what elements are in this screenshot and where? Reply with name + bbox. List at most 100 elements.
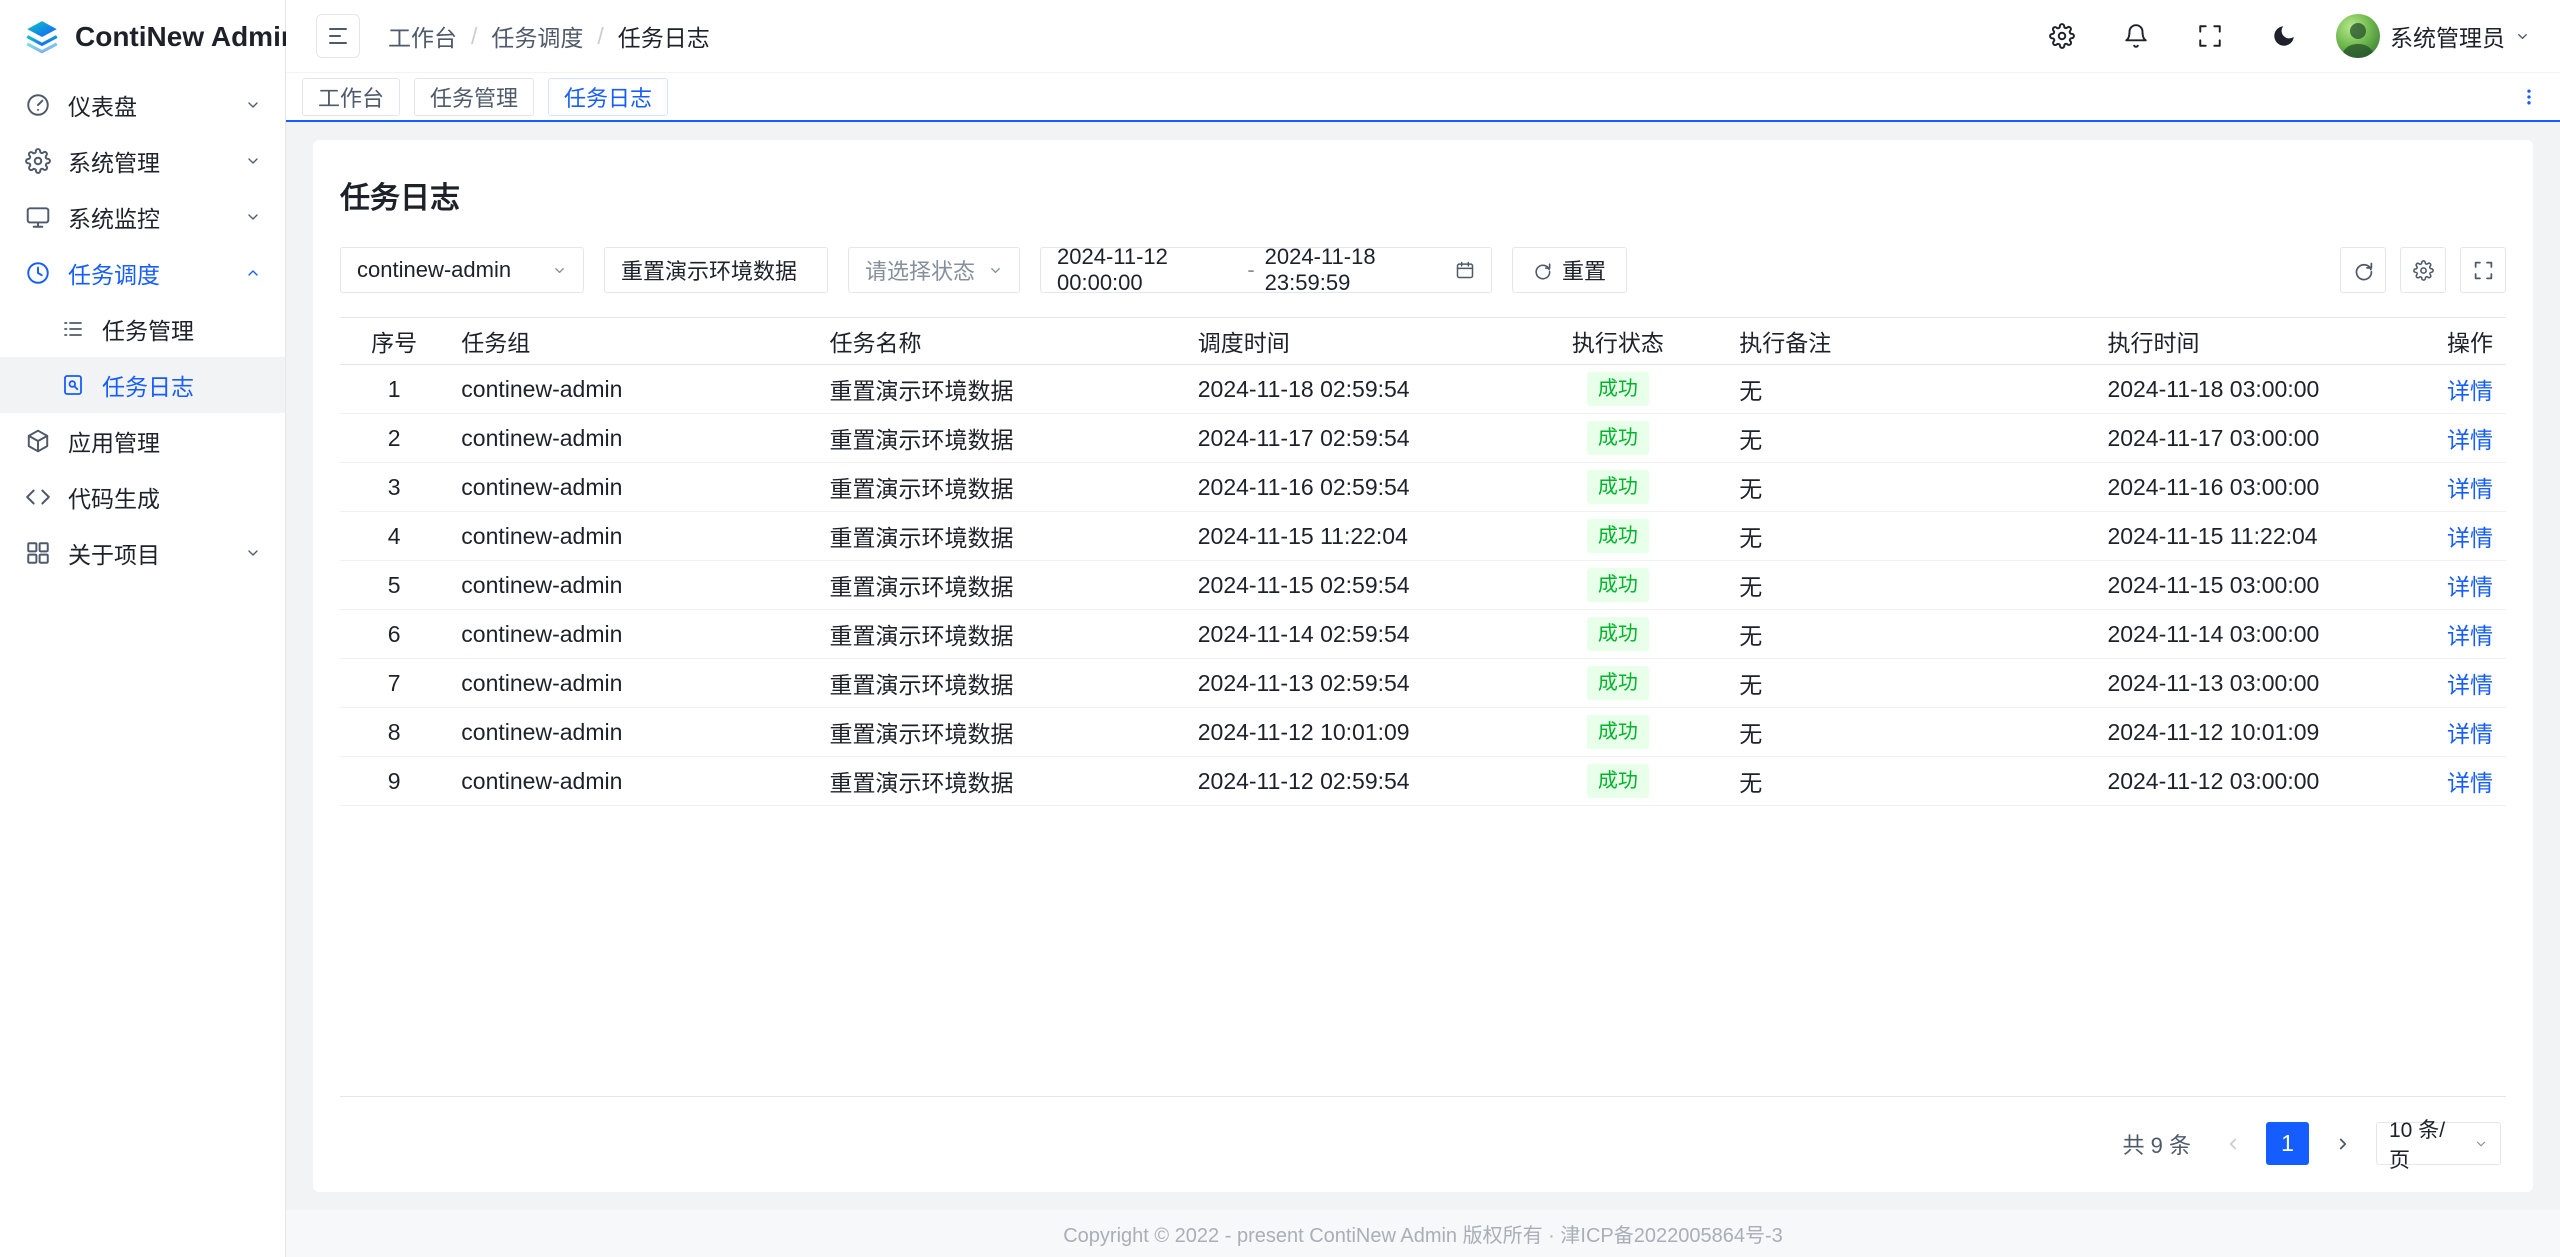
status-badge: 成功 bbox=[1587, 519, 1649, 553]
notification-bell-icon[interactable] bbox=[2114, 14, 2158, 58]
calendar-icon bbox=[1455, 260, 1475, 280]
task-log-card: 任务日志 continew-admin 重置演示环境数据 请选择状态 bbox=[313, 140, 2533, 1192]
sidebar-item-code-generation[interactable]: 代码生成 bbox=[0, 469, 285, 525]
row-index: 1 bbox=[388, 376, 401, 402]
top-header: 工作台 / 任务调度 / 任务日志 系统管理员 bbox=[286, 0, 2560, 73]
settings-icon[interactable] bbox=[2040, 14, 2084, 58]
status-badge: 成功 bbox=[1587, 470, 1649, 504]
job-name-input[interactable]: 重置演示环境数据 bbox=[604, 247, 828, 293]
schedule-time-cell: 2024-11-16 02:59:54 bbox=[1198, 474, 1410, 500]
breadcrumb-item[interactable]: 任务调度 bbox=[491, 19, 583, 53]
sidebar-collapse-button[interactable] bbox=[316, 14, 360, 58]
expand-icon-button[interactable] bbox=[2460, 247, 2506, 293]
fullscreen-icon[interactable] bbox=[2188, 14, 2232, 58]
user-menu[interactable]: 系统管理员 bbox=[2336, 14, 2530, 58]
sidebar-item-dashboard[interactable]: 仪表盘 bbox=[0, 77, 285, 133]
column-header: 执行备注 bbox=[1726, 318, 2094, 365]
table-row: 7 continew-admin 重置演示环境数据 2024-11-13 02:… bbox=[340, 659, 2506, 708]
detail-link[interactable]: 详情 bbox=[2447, 525, 2493, 551]
pagination: 共 9 条 1 10 条/页 bbox=[340, 1096, 2506, 1192]
schedule-time-cell: 2024-11-15 11:22:04 bbox=[1198, 523, 1408, 549]
job-group-cell: continew-admin bbox=[461, 768, 622, 794]
column-header: 序号 bbox=[340, 318, 448, 365]
sidebar-item-label: 任务日志 bbox=[102, 368, 194, 402]
sidebar-item-task-log[interactable]: 任务日志 bbox=[0, 357, 285, 413]
job-group-cell: continew-admin bbox=[461, 474, 622, 500]
pagination-page-1[interactable]: 1 bbox=[2266, 1122, 2309, 1165]
table-row: 8 continew-admin 重置演示环境数据 2024-11-12 10:… bbox=[340, 708, 2506, 757]
sidebar-item-system-management[interactable]: 系统管理 bbox=[0, 133, 285, 189]
tab-workbench[interactable]: 工作台 bbox=[302, 78, 400, 116]
chevron-down-icon bbox=[245, 209, 261, 225]
detail-link[interactable]: 详情 bbox=[2447, 623, 2493, 649]
table-header-row: 序号 任务组 任务名称 调度时间 执行状态 执行备注 执行时间 操作 bbox=[340, 318, 2506, 365]
table-toolbar bbox=[2340, 247, 2506, 293]
avatar bbox=[2336, 14, 2380, 58]
app-logo[interactable]: ContiNew Admin bbox=[0, 0, 285, 73]
job-name-cell: 重置演示环境数据 bbox=[830, 378, 1014, 404]
sidebar-item-app-management[interactable]: 应用管理 bbox=[0, 413, 285, 469]
row-index: 4 bbox=[388, 523, 401, 549]
page-size-select[interactable]: 10 条/页 bbox=[2376, 1122, 2501, 1165]
chevron-down-icon bbox=[245, 97, 261, 113]
job-group-select[interactable]: continew-admin bbox=[340, 247, 584, 293]
exec-time-cell: 2024-11-17 03:00:00 bbox=[2107, 425, 2319, 451]
breadcrumb-item[interactable]: 工作台 bbox=[388, 19, 457, 53]
sidebar-item-task-management[interactable]: 任务管理 bbox=[0, 301, 285, 357]
breadcrumb-separator: / bbox=[471, 23, 477, 50]
detail-link[interactable]: 详情 bbox=[2447, 574, 2493, 600]
pagination-next-button[interactable] bbox=[2321, 1122, 2364, 1165]
remark-cell: 无 bbox=[1739, 574, 1762, 600]
user-name: 系统管理员 bbox=[2390, 19, 2505, 53]
detail-link[interactable]: 详情 bbox=[2447, 721, 2493, 747]
status-badge: 成功 bbox=[1587, 617, 1649, 651]
chevron-down-icon bbox=[552, 263, 567, 278]
job-name-input-value: 重置演示环境数据 bbox=[621, 254, 797, 286]
sidebar-item-system-monitor[interactable]: 系统监控 bbox=[0, 189, 285, 245]
exec-time-cell: 2024-11-14 03:00:00 bbox=[2107, 621, 2319, 647]
detail-link[interactable]: 详情 bbox=[2447, 476, 2493, 502]
sidebar-item-label: 任务调度 bbox=[68, 256, 228, 290]
sidebar-item-task-scheduler[interactable]: 任务调度 bbox=[0, 245, 285, 301]
chevron-up-icon bbox=[245, 265, 261, 281]
job-group-cell: continew-admin bbox=[461, 572, 622, 598]
tab-task-log[interactable]: 任务日志 bbox=[548, 78, 668, 116]
sidebar-item-about-project[interactable]: 关于项目 bbox=[0, 525, 285, 581]
task-log-table: 序号 任务组 任务名称 调度时间 执行状态 执行备注 执行时间 操作 1 con… bbox=[340, 317, 2506, 806]
table-row: 5 continew-admin 重置演示环境数据 2024-11-15 02:… bbox=[340, 561, 2506, 610]
job-group-cell: continew-admin bbox=[461, 670, 622, 696]
date-range-start: 2024-11-12 00:00:00 bbox=[1057, 244, 1237, 296]
detail-link[interactable]: 详情 bbox=[2447, 672, 2493, 698]
schedule-time-cell: 2024-11-18 02:59:54 bbox=[1198, 376, 1410, 402]
column-header: 执行状态 bbox=[1510, 318, 1727, 365]
table-row: 2 continew-admin 重置演示环境数据 2024-11-17 02:… bbox=[340, 414, 2506, 463]
refresh-icon-button[interactable] bbox=[2340, 247, 2386, 293]
detail-link[interactable]: 详情 bbox=[2447, 427, 2493, 453]
tab-more-icon[interactable] bbox=[2514, 78, 2544, 116]
dark-mode-moon-icon[interactable] bbox=[2262, 14, 2306, 58]
remark-cell: 无 bbox=[1739, 476, 1762, 502]
column-settings-icon-button[interactable] bbox=[2400, 247, 2446, 293]
status-select[interactable]: 请选择状态 bbox=[848, 247, 1020, 293]
detail-link[interactable]: 详情 bbox=[2447, 378, 2493, 404]
gear-icon bbox=[25, 148, 51, 174]
pagination-prev-button[interactable] bbox=[2211, 1122, 2254, 1165]
job-name-cell: 重置演示环境数据 bbox=[830, 770, 1014, 796]
tab-task-management[interactable]: 任务管理 bbox=[414, 78, 534, 116]
table-body: 1 continew-admin 重置演示环境数据 2024-11-18 02:… bbox=[340, 365, 2506, 806]
tab-label: 任务日志 bbox=[564, 81, 652, 113]
row-index: 2 bbox=[388, 425, 401, 451]
reset-button-label: 重置 bbox=[1562, 254, 1606, 286]
reset-button[interactable]: 重置 bbox=[1512, 247, 1627, 293]
exec-time-cell: 2024-11-12 03:00:00 bbox=[2107, 768, 2319, 794]
date-range-picker[interactable]: 2024-11-12 00:00:00 - 2024-11-18 23:59:5… bbox=[1040, 247, 1492, 293]
row-index: 9 bbox=[388, 768, 401, 794]
status-badge: 成功 bbox=[1587, 421, 1649, 455]
row-index: 5 bbox=[388, 572, 401, 598]
detail-link[interactable]: 详情 bbox=[2447, 770, 2493, 796]
job-name-cell: 重置演示环境数据 bbox=[830, 623, 1014, 649]
main-content: 任务日志 continew-admin 重置演示环境数据 请选择状态 bbox=[286, 122, 2560, 1210]
date-range-end: 2024-11-18 23:59:59 bbox=[1265, 244, 1445, 296]
breadcrumb-separator: / bbox=[597, 23, 603, 50]
chevron-down-icon bbox=[245, 545, 261, 561]
